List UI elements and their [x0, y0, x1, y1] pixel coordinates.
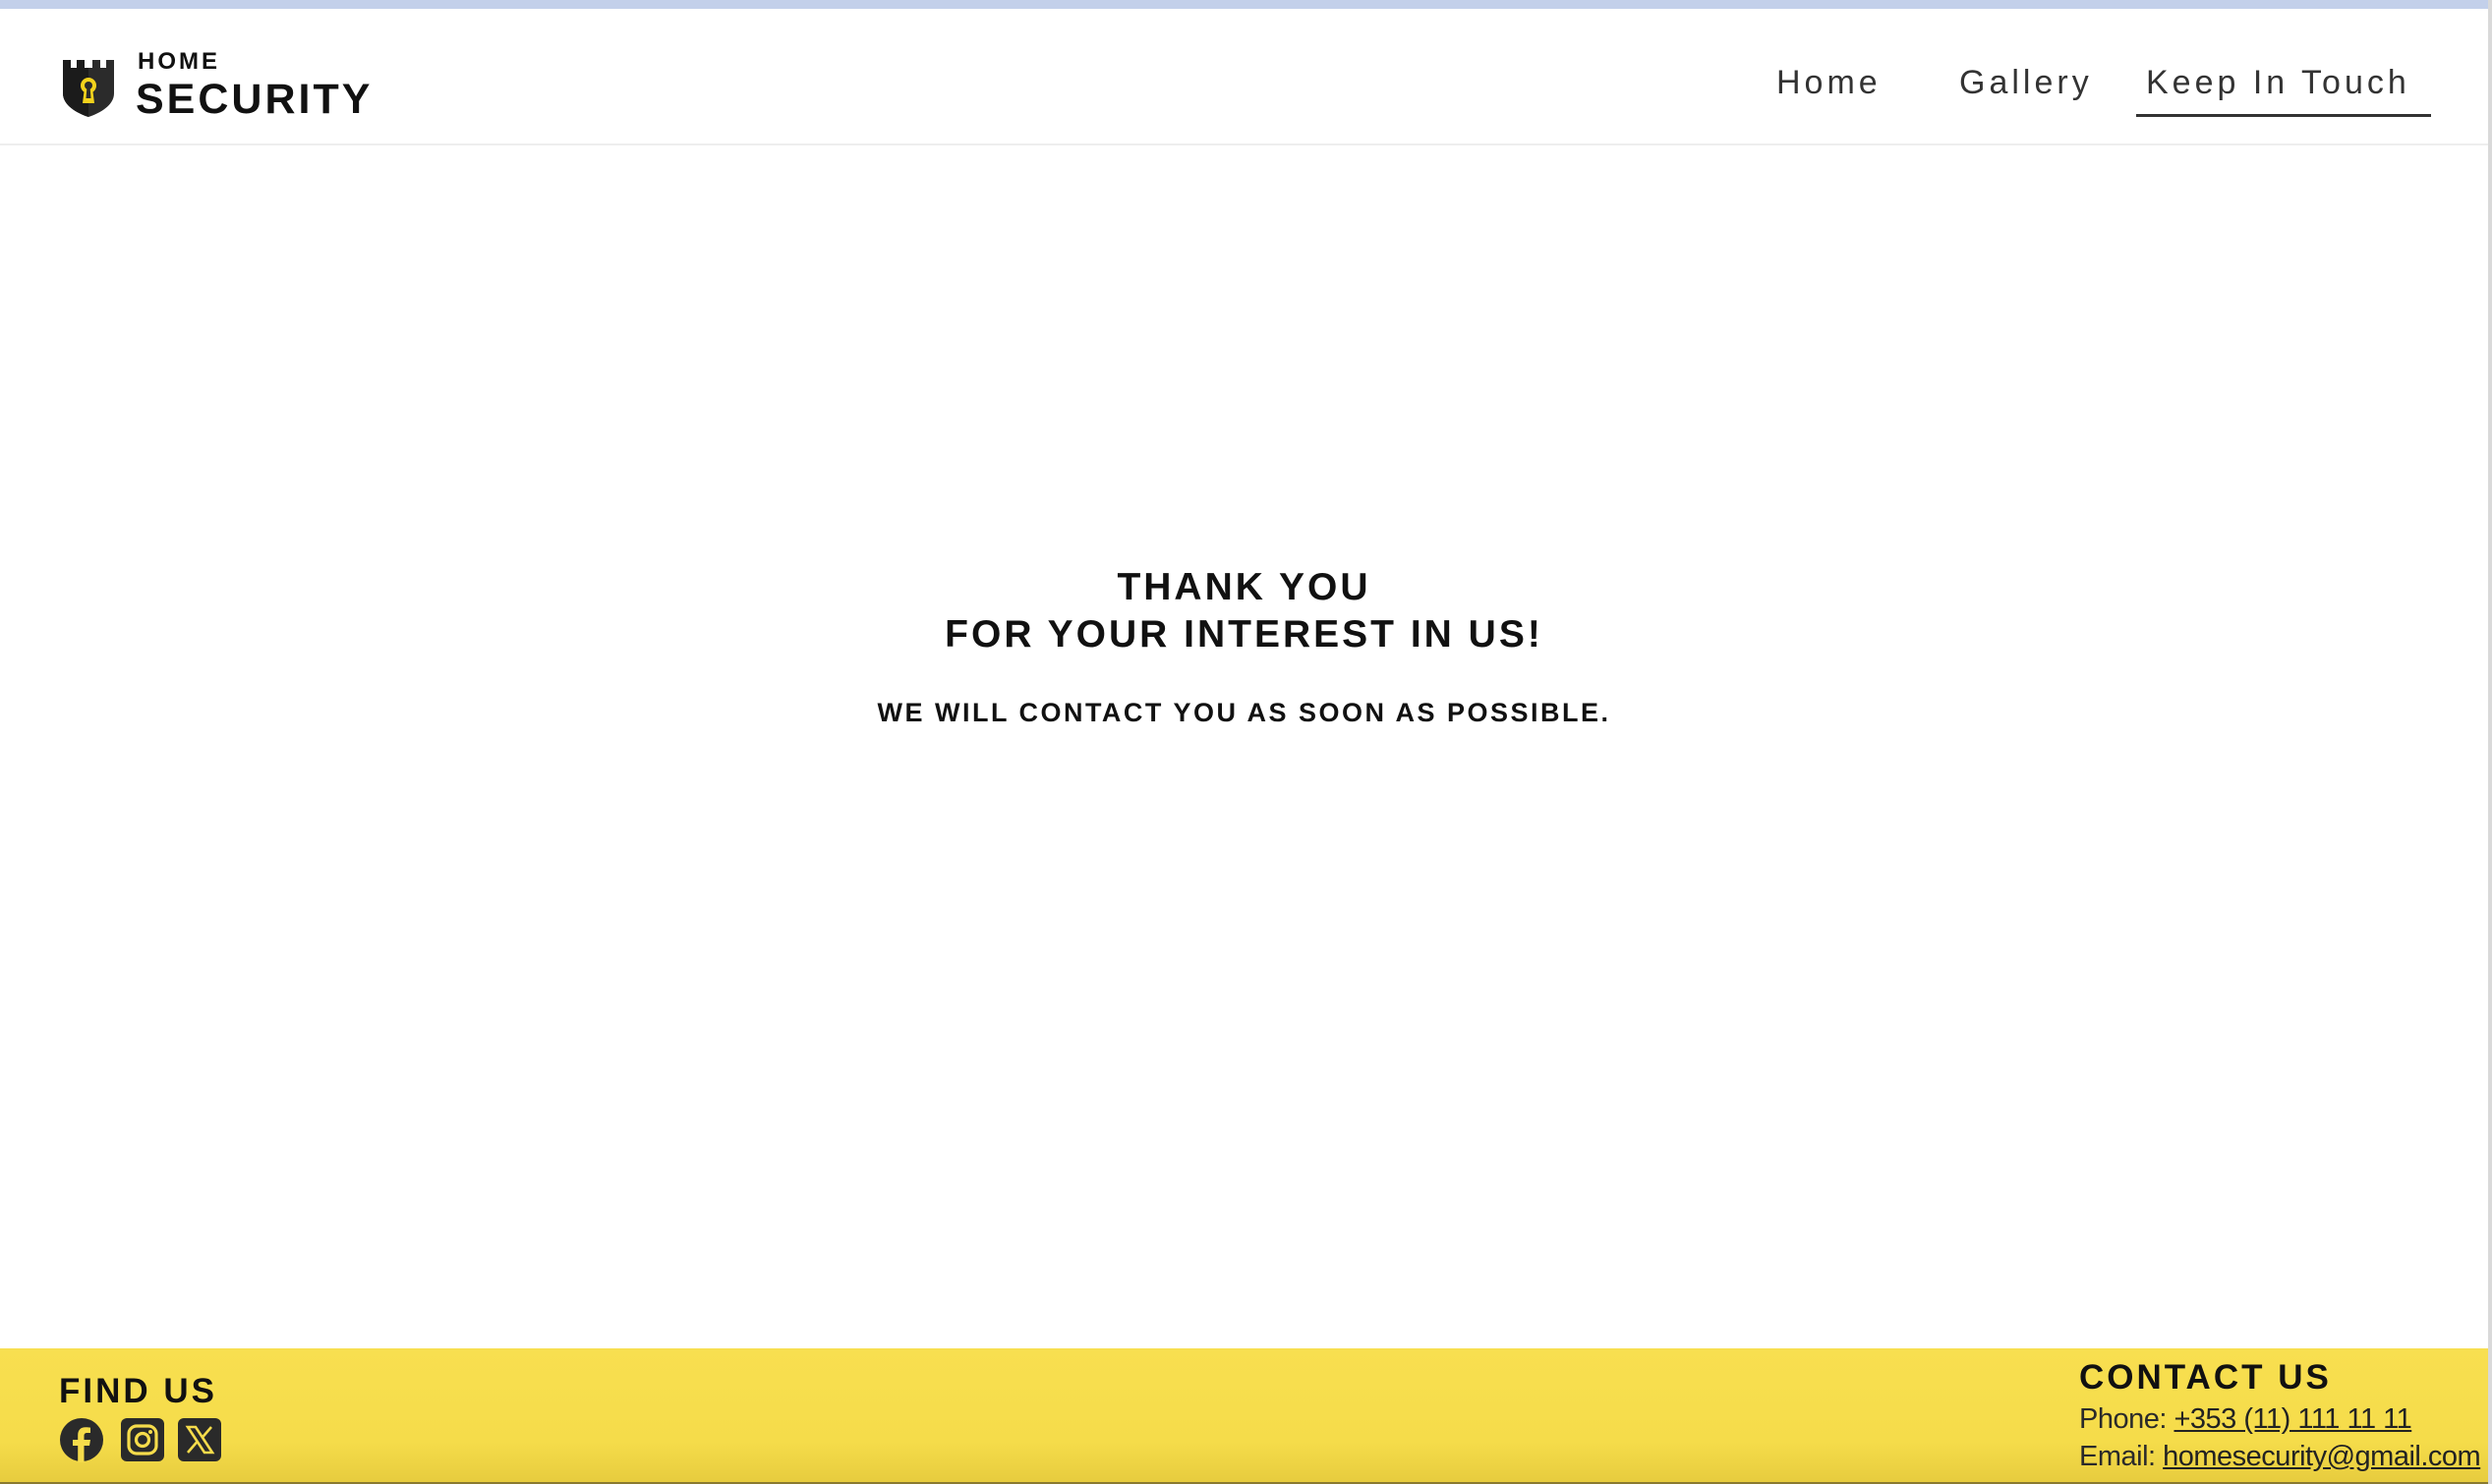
contact-phone-line: Phone: +353 (11) 111 11 11	[2079, 1403, 2412, 1436]
nav-link-home[interactable]: Home	[1776, 52, 1882, 117]
site-footer: FIND US CONTACT US Phone: +353 (11) 111 …	[0, 1348, 2488, 1484]
main-content: THANK YOU FOR YOUR INTEREST IN US! WE WI…	[0, 147, 2488, 1348]
nav-link-keep-in-touch[interactable]: Keep In Touch	[2136, 52, 2431, 117]
thank-you-line-2: FOR YOUR INTEREST IN US!	[945, 613, 1543, 656]
x-icon[interactable]	[177, 1417, 222, 1462]
site-header: HOME SECURITY Home Gallery Keep In Touch	[0, 9, 2488, 145]
contact-email-line: Email: homesecurity@gmail.com	[2079, 1441, 2481, 1473]
phone-link[interactable]: +353 (11) 111 11 11	[2173, 1403, 2411, 1435]
thank-you-heading: THANK YOU FOR YOUR INTEREST IN US!	[0, 564, 2488, 658]
facebook-icon[interactable]	[59, 1417, 104, 1462]
page: HOME SECURITY Home Gallery Keep In Touch…	[0, 0, 2492, 1484]
castle-keyhole-icon	[61, 54, 116, 119]
email-link[interactable]: homesecurity@gmail.com	[2163, 1441, 2481, 1472]
scrollbar-track[interactable]	[2488, 0, 2492, 1484]
find-us-heading: FIND US	[59, 1372, 217, 1410]
phone-label: Phone:	[2079, 1403, 2174, 1435]
browser-top-strip	[0, 0, 2492, 9]
contact-us-heading: CONTACT US	[2079, 1358, 2332, 1397]
thank-you-line-1: THANK YOU	[1117, 566, 1371, 608]
logo-text-security: SECURITY	[136, 76, 374, 123]
email-label: Email:	[2079, 1441, 2164, 1472]
nav-link-gallery[interactable]: Gallery	[1959, 52, 2093, 117]
site-logo[interactable]: HOME SECURITY	[61, 44, 395, 133]
logo-text-home: HOME	[138, 48, 220, 75]
contact-soon-message: WE WILL CONTACT YOU AS SOON AS POSSIBLE.	[877, 698, 1611, 727]
instagram-icon[interactable]	[120, 1417, 165, 1462]
